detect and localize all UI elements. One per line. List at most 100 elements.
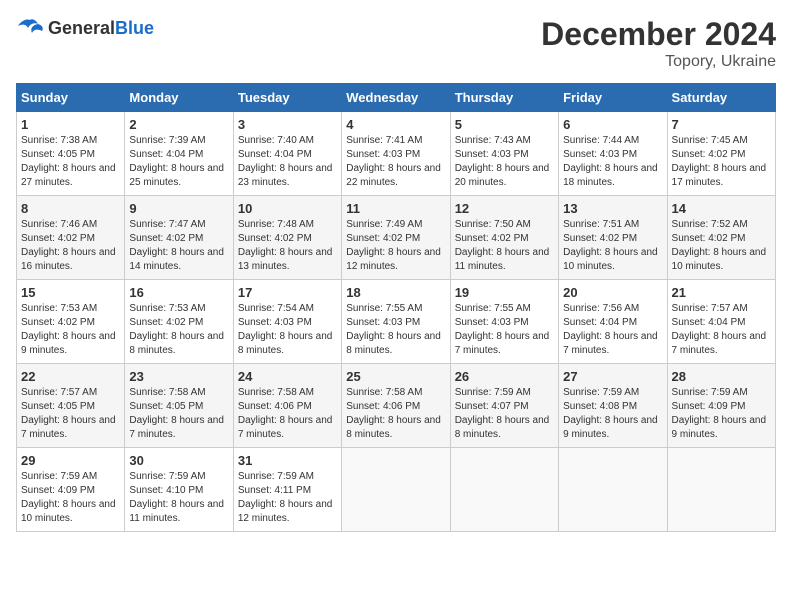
day-number: 6	[563, 117, 662, 132]
day-number: 26	[455, 369, 554, 384]
day-info: Sunrise: 7:59 AMSunset: 4:09 PMDaylight:…	[672, 386, 771, 442]
day-number: 10	[238, 201, 337, 216]
day-number: 16	[129, 285, 228, 300]
location-title: Topory, Ukraine	[541, 53, 776, 71]
day-number: 13	[563, 201, 662, 216]
day-info: Sunrise: 7:41 AMSunset: 4:03 PMDaylight:…	[346, 134, 445, 190]
day-info: Sunrise: 7:59 AMSunset: 4:08 PMDaylight:…	[563, 386, 662, 442]
weekday-header-monday: Monday	[125, 84, 233, 112]
week-row-2: 8Sunrise: 7:46 AMSunset: 4:02 PMDaylight…	[17, 196, 776, 280]
day-info: Sunrise: 7:52 AMSunset: 4:02 PMDaylight:…	[672, 218, 771, 274]
calendar-cell: 21 Sunrise: 7:57 AMSunset: 4:04 PMDayligh…	[667, 280, 775, 364]
day-info: Sunrise: 7:58 AMSunset: 4:06 PMDaylight:…	[238, 386, 337, 442]
day-number: 1	[21, 117, 120, 132]
day-info: Sunrise: 7:59 AMSunset: 4:07 PMDaylight:…	[455, 386, 554, 442]
day-number: 8	[21, 201, 120, 216]
day-number: 7	[672, 117, 771, 132]
weekday-header-thursday: Thursday	[450, 84, 558, 112]
calendar-cell: 31 Sunrise: 7:59 AMSunset: 4:11 PMDayligh…	[233, 448, 341, 532]
calendar-cell: 29 Sunrise: 7:59 AMSunset: 4:09 PMDayligh…	[17, 448, 125, 532]
day-info: Sunrise: 7:53 AMSunset: 4:02 PMDaylight:…	[21, 302, 120, 358]
calendar-cell: 16 Sunrise: 7:53 AMSunset: 4:02 PMDayligh…	[125, 280, 233, 364]
calendar-cell: 11 Sunrise: 7:49 AMSunset: 4:02 PMDayligh…	[342, 196, 450, 280]
calendar-cell: 18 Sunrise: 7:55 AMSunset: 4:03 PMDayligh…	[342, 280, 450, 364]
day-info: Sunrise: 7:59 AMSunset: 4:10 PMDaylight:…	[129, 470, 228, 526]
day-info: Sunrise: 7:59 AMSunset: 4:11 PMDaylight:…	[238, 470, 337, 526]
calendar-cell	[342, 448, 450, 532]
calendar-table: SundayMondayTuesdayWednesdayThursdayFrid…	[16, 83, 776, 532]
calendar-cell	[450, 448, 558, 532]
day-info: Sunrise: 7:53 AMSunset: 4:02 PMDaylight:…	[129, 302, 228, 358]
calendar-cell: 23Sunrise: 7:58 AMSunset: 4:05 PMDayligh…	[125, 364, 233, 448]
day-number: 24	[238, 369, 337, 384]
day-number: 3	[238, 117, 337, 132]
calendar-cell: 30Sunrise: 7:59 AMSunset: 4:10 PMDayligh…	[125, 448, 233, 532]
day-info: Sunrise: 7:51 AMSunset: 4:02 PMDaylight:…	[563, 218, 662, 274]
calendar-cell	[667, 448, 775, 532]
day-number: 29	[21, 453, 120, 468]
day-info: Sunrise: 7:39 AMSunset: 4:04 PMDaylight:…	[129, 134, 228, 190]
day-number: 28	[672, 369, 771, 384]
calendar-cell: 28 Sunrise: 7:59 AMSunset: 4:09 PMDayligh…	[667, 364, 775, 448]
calendar-cell: 17Sunrise: 7:54 AMSunset: 4:03 PMDayligh…	[233, 280, 341, 364]
weekday-header-saturday: Saturday	[667, 84, 775, 112]
day-info: Sunrise: 7:45 AMSunset: 4:02 PMDaylight:…	[672, 134, 771, 190]
day-info: Sunrise: 7:49 AMSunset: 4:02 PMDaylight:…	[346, 218, 445, 274]
day-info: Sunrise: 7:43 AMSunset: 4:03 PMDaylight:…	[455, 134, 554, 190]
day-number: 9	[129, 201, 228, 216]
weekday-header-tuesday: Tuesday	[233, 84, 341, 112]
calendar-cell: 24 Sunrise: 7:58 AMSunset: 4:06 PMDayligh…	[233, 364, 341, 448]
day-number: 4	[346, 117, 445, 132]
logo-text: GeneralBlue	[48, 18, 154, 39]
day-number: 12	[455, 201, 554, 216]
weekday-header-row: SundayMondayTuesdayWednesdayThursdayFrid…	[17, 84, 776, 112]
calendar-cell: 1 Sunrise: 7:38 AMSunset: 4:05 PMDaylight…	[17, 112, 125, 196]
calendar-cell: 13 Sunrise: 7:51 AMSunset: 4:02 PMDayligh…	[559, 196, 667, 280]
day-info: Sunrise: 7:40 AMSunset: 4:04 PMDaylight:…	[238, 134, 337, 190]
day-number: 22	[21, 369, 120, 384]
calendar-cell: 9 Sunrise: 7:47 AMSunset: 4:02 PMDaylight…	[125, 196, 233, 280]
day-number: 21	[672, 285, 771, 300]
calendar-cell: 3 Sunrise: 7:40 AMSunset: 4:04 PMDaylight…	[233, 112, 341, 196]
day-number: 5	[455, 117, 554, 132]
week-row-1: 1 Sunrise: 7:38 AMSunset: 4:05 PMDaylight…	[17, 112, 776, 196]
day-info: Sunrise: 7:55 AMSunset: 4:03 PMDaylight:…	[455, 302, 554, 358]
day-info: Sunrise: 7:55 AMSunset: 4:03 PMDaylight:…	[346, 302, 445, 358]
day-info: Sunrise: 7:54 AMSunset: 4:03 PMDaylight:…	[238, 302, 337, 358]
day-info: Sunrise: 7:57 AMSunset: 4:05 PMDaylight:…	[21, 386, 120, 442]
calendar-cell: 7 Sunrise: 7:45 AMSunset: 4:02 PMDaylight…	[667, 112, 775, 196]
calendar-cell: 25Sunrise: 7:58 AMSunset: 4:06 PMDayligh…	[342, 364, 450, 448]
logo: GeneralBlue	[16, 16, 154, 40]
day-info: Sunrise: 7:47 AMSunset: 4:02 PMDaylight:…	[129, 218, 228, 274]
day-info: Sunrise: 7:56 AMSunset: 4:04 PMDaylight:…	[563, 302, 662, 358]
calendar-cell: 8Sunrise: 7:46 AMSunset: 4:02 PMDaylight…	[17, 196, 125, 280]
week-row-3: 15Sunrise: 7:53 AMSunset: 4:02 PMDayligh…	[17, 280, 776, 364]
day-info: Sunrise: 7:38 AMSunset: 4:05 PMDaylight:…	[21, 134, 120, 190]
day-number: 14	[672, 201, 771, 216]
day-info: Sunrise: 7:59 AMSunset: 4:09 PMDaylight:…	[21, 470, 120, 526]
day-info: Sunrise: 7:44 AMSunset: 4:03 PMDaylight:…	[563, 134, 662, 190]
day-info: Sunrise: 7:58 AMSunset: 4:06 PMDaylight:…	[346, 386, 445, 442]
day-info: Sunrise: 7:57 AMSunset: 4:04 PMDaylight:…	[672, 302, 771, 358]
day-info: Sunrise: 7:50 AMSunset: 4:02 PMDaylight:…	[455, 218, 554, 274]
day-number: 18	[346, 285, 445, 300]
header: GeneralBlue December 2024 Topory, Ukrain…	[16, 16, 776, 71]
day-info: Sunrise: 7:48 AMSunset: 4:02 PMDaylight:…	[238, 218, 337, 274]
calendar-cell: 14 Sunrise: 7:52 AMSunset: 4:02 PMDayligh…	[667, 196, 775, 280]
calendar-cell: 20 Sunrise: 7:56 AMSunset: 4:04 PMDayligh…	[559, 280, 667, 364]
day-number: 2	[129, 117, 228, 132]
day-number: 11	[346, 201, 445, 216]
day-number: 23	[129, 369, 228, 384]
calendar-cell: 27 Sunrise: 7:59 AMSunset: 4:08 PMDayligh…	[559, 364, 667, 448]
calendar-cell: 26 Sunrise: 7:59 AMSunset: 4:07 PMDayligh…	[450, 364, 558, 448]
day-number: 27	[563, 369, 662, 384]
calendar-cell: 2 Sunrise: 7:39 AMSunset: 4:04 PMDaylight…	[125, 112, 233, 196]
logo-general: General	[48, 18, 115, 38]
calendar-cell: 12 Sunrise: 7:50 AMSunset: 4:02 PMDayligh…	[450, 196, 558, 280]
calendar-cell: 10 Sunrise: 7:48 AMSunset: 4:02 PMDayligh…	[233, 196, 341, 280]
month-title: December 2024	[541, 16, 776, 53]
day-number: 31	[238, 453, 337, 468]
logo-bird-icon	[16, 16, 44, 40]
week-row-4: 22 Sunrise: 7:57 AMSunset: 4:05 PMDayligh…	[17, 364, 776, 448]
day-number: 20	[563, 285, 662, 300]
